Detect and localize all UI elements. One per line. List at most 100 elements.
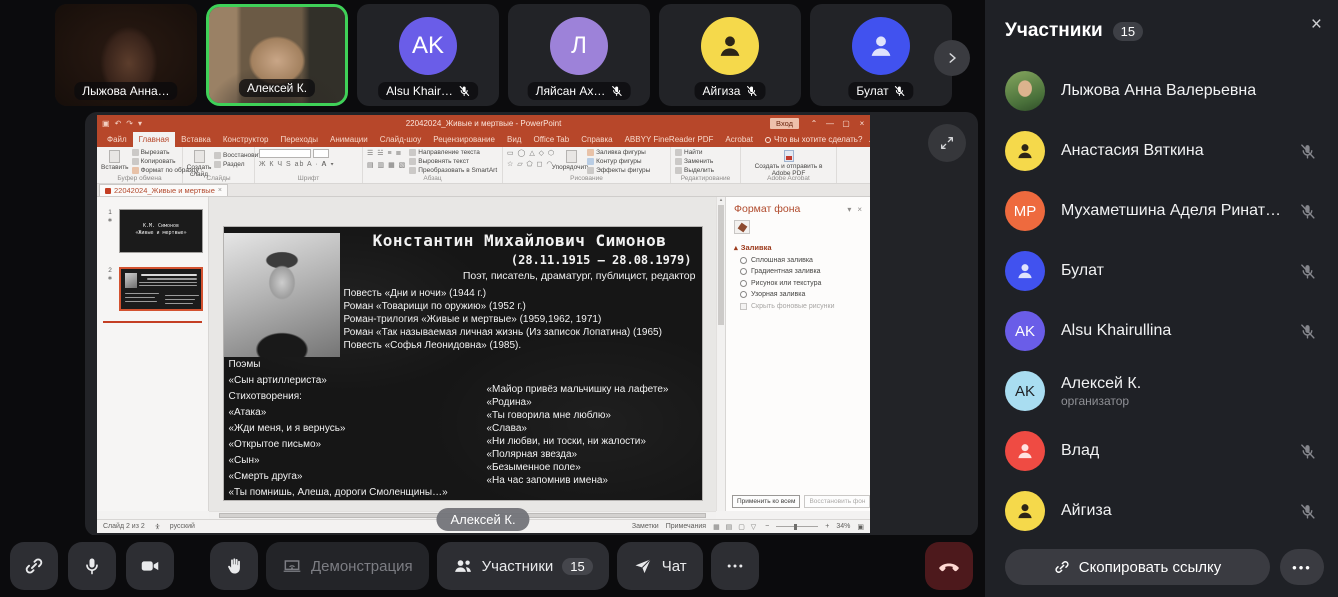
video-tile[interactable]: Л Ляйсан Ах… (508, 4, 650, 106)
text-direction-button[interactable]: Направление текста (409, 149, 497, 156)
shape-outline-button[interactable]: Контур фигуры (587, 158, 650, 165)
reset-background-button[interactable]: Восстановить фон (804, 495, 870, 508)
share-button[interactable]: Поделиться (868, 132, 870, 147)
participant-row-organizer[interactable]: AK Алексей К. организатор (985, 361, 1338, 421)
shapes-gallery[interactable]: ▭ ◯ △ ◇ ⬡ (507, 149, 555, 158)
minimize-icon[interactable]: — (822, 119, 838, 128)
tab-review[interactable]: Рецензирование (427, 132, 501, 147)
tab-home[interactable]: Главная (133, 132, 175, 147)
video-tile[interactable]: Булат (810, 4, 952, 106)
document-tab[interactable]: 22042024_Живые и мертвые × (99, 184, 228, 196)
close-icon[interactable]: × (854, 119, 870, 128)
tab-abbyy[interactable]: ABBYY FineReader PDF (619, 132, 720, 147)
tab-help[interactable]: Справка (575, 132, 618, 147)
video-tile-active-speaker[interactable]: Алексей К. (206, 4, 348, 106)
slide-2-thumbnail-selected[interactable] (119, 267, 203, 311)
video-tile[interactable]: Айгиза (659, 4, 801, 106)
shape-fill-button[interactable]: Заливка фигуры (587, 149, 650, 156)
font-size-select[interactable] (313, 149, 329, 158)
screen-share-button[interactable]: Демонстрация (266, 542, 429, 590)
fill-bucket-icon[interactable] (734, 220, 750, 234)
video-tile[interactable]: Лыжова Анна… (55, 4, 197, 106)
participant-row[interactable]: Влад (985, 421, 1338, 481)
list-buttons[interactable]: ☰ ☱ ≡ ≣ (367, 149, 406, 158)
participant-row[interactable]: Лыжова Анна Валерьевна (985, 61, 1338, 121)
find-button[interactable]: Найти (675, 149, 714, 156)
arrange-button[interactable]: Упорядочить (558, 149, 584, 171)
signin-button[interactable]: Вход (770, 118, 799, 129)
shape-effects-button[interactable]: Эффекты фигуры (587, 167, 650, 174)
zoom-slider[interactable] (776, 526, 818, 527)
participant-row[interactable]: МР Мухаметшина Аделя Ринат… (985, 181, 1338, 241)
filmstrip-next-button[interactable] (934, 40, 970, 76)
redo-icon[interactable]: ↷ (126, 119, 133, 128)
video-tile[interactable]: AK Alsu Khair… (357, 4, 499, 106)
fill-section-header[interactable]: ▴Заливка (734, 243, 862, 252)
tab-design[interactable]: Конструктор (217, 132, 275, 147)
chat-button[interactable]: Чат (617, 542, 703, 590)
create-pdf-button[interactable]: Создать и отправить в Adobe PDF (745, 149, 832, 177)
pane-collapse-icon[interactable]: ▾ (847, 205, 851, 214)
zoom-knob[interactable] (794, 524, 797, 530)
view-mode-buttons[interactable]: ▦ ▤ ▢ ▽ (713, 523, 758, 531)
save-icon[interactable]: ▣ (102, 119, 110, 128)
participant-row[interactable]: AK Alsu Khairullina (985, 301, 1338, 361)
participant-row[interactable]: Булат (985, 241, 1338, 301)
font-name-select[interactable] (259, 149, 311, 158)
pane-close-icon[interactable]: × (857, 205, 862, 214)
tab-slideshow[interactable]: Слайд-шоу (374, 132, 427, 147)
comments-toggle[interactable]: Примечания (666, 523, 706, 530)
tab-office-tab[interactable]: Office Tab (527, 132, 575, 147)
participant-row[interactable]: Анастасия Вяткина (985, 121, 1338, 181)
raise-hand-button[interactable] (210, 542, 258, 590)
shapes-gallery-row2[interactable]: ☆ ▱ ⬠ ◻ ◠ (507, 160, 555, 169)
restore-icon[interactable]: ▢ (838, 119, 854, 128)
tab-insert[interactable]: Вставка (175, 132, 217, 147)
fit-to-window-icon[interactable]: ▣ (857, 523, 864, 531)
language-indicator[interactable]: русский (170, 523, 195, 530)
expand-fullscreen-button[interactable] (928, 124, 966, 162)
vertical-scrollbar[interactable]: ▴ (716, 197, 725, 511)
smartart-button[interactable]: Преобразовать в SmartArt (409, 167, 497, 174)
select-button[interactable]: Выделить (675, 167, 714, 174)
tab-view[interactable]: Вид (501, 132, 527, 147)
leave-call-button[interactable] (925, 542, 973, 590)
microphone-button[interactable] (68, 542, 116, 590)
tab-file[interactable]: Файл (101, 132, 133, 147)
tab-animations[interactable]: Анимации (324, 132, 374, 147)
more-options-button[interactable] (711, 542, 759, 590)
tab-acrobat[interactable]: Acrobat (719, 132, 759, 147)
align-text-button[interactable]: Выровнять текст (409, 158, 497, 165)
scrollbar-thumb[interactable] (718, 205, 724, 325)
new-slide-button[interactable]: Создать слайд (187, 149, 211, 178)
hide-background-checkbox[interactable]: Скрыть фоновые рисунки (740, 303, 862, 310)
tell-me-box[interactable]: Что вы хотите сделать? (759, 132, 868, 147)
close-panel-icon[interactable]: × (1311, 14, 1322, 36)
zoom-level[interactable]: 34% (836, 523, 850, 530)
paste-button[interactable]: Вставить (101, 149, 129, 171)
ribbon-display-options-icon[interactable]: ⌃ (806, 119, 822, 128)
apply-to-all-button[interactable]: Применить ко всем (732, 495, 800, 508)
tab-transitions[interactable]: Переходы (274, 132, 324, 147)
zoom-in-icon[interactable]: + (825, 523, 829, 530)
notes-toggle[interactable]: Заметки (632, 523, 659, 530)
participant-row[interactable]: Айгиза (985, 481, 1338, 541)
zoom-out-icon[interactable]: − (765, 523, 769, 530)
slide-1-thumbnail[interactable]: К.М. Симонов «Живые и мертвые» (119, 209, 203, 253)
current-slide[interactable]: Константин Михайлович Симонов (28.11.191… (224, 227, 702, 500)
radio-picture-fill[interactable]: Рисунок или текстура (740, 280, 862, 287)
more-options-button[interactable]: ••• (1280, 549, 1324, 585)
radio-gradient-fill[interactable]: Градиентная заливка (740, 268, 862, 275)
participants-button[interactable]: Участники 15 (437, 542, 609, 590)
radio-pattern-fill[interactable]: Узорная заливка (740, 291, 862, 298)
camera-button[interactable] (126, 542, 174, 590)
radio-solid-fill[interactable]: Сплошная заливка (740, 257, 862, 264)
copy-link-button[interactable]: Скопировать ссылку (1005, 549, 1270, 585)
qat-dropdown-icon[interactable]: ▾ (138, 119, 142, 128)
font-style-buttons[interactable]: Ж К Ч S ab A · 𝐀 ▾ (259, 161, 335, 169)
quick-access-toolbar[interactable]: ▣ ↶ ↷ ▾ (102, 119, 142, 128)
align-buttons[interactable]: ▤ ▥ ▦ ▧ (367, 161, 406, 170)
close-tab-icon[interactable]: × (218, 187, 222, 194)
copy-link-button[interactable] (10, 542, 58, 590)
undo-icon[interactable]: ↶ (115, 119, 122, 128)
